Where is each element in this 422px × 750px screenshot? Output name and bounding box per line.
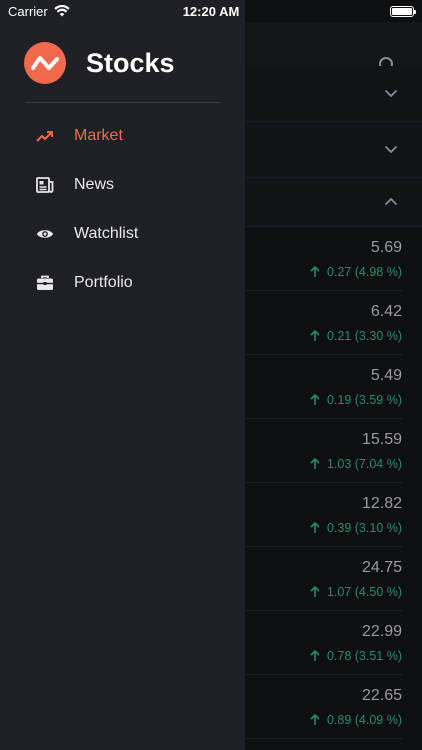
stock-change: 0.21 (3.30 %) xyxy=(309,329,402,343)
stock-price: 22.99 xyxy=(361,623,402,640)
trending-up-icon xyxy=(36,127,54,145)
arrow-up-icon xyxy=(310,458,320,469)
stock-price: 24.75 xyxy=(361,559,402,576)
arrow-up-icon xyxy=(310,586,320,597)
menu-item-watchlist[interactable]: Watchlist xyxy=(0,209,245,258)
chevron-down-icon xyxy=(385,146,397,154)
stock-price: 12.82 xyxy=(361,495,402,512)
status-bar: Carrier 12:20 AM xyxy=(0,0,422,22)
arrow-up-icon xyxy=(310,330,320,341)
stock-price: 15.59 xyxy=(361,431,402,448)
drawer-menu: Market News Watchlist Portfolio xyxy=(0,111,245,307)
arrow-up-icon xyxy=(310,394,320,405)
menu-item-label: Market xyxy=(74,126,123,144)
eye-icon xyxy=(36,225,54,243)
menu-item-portfolio[interactable]: Portfolio xyxy=(0,258,245,307)
app-logo-icon xyxy=(24,42,66,84)
stock-change-value: 1.07 (4.50 %) xyxy=(326,585,402,599)
navigation-drawer: Stocks Market News Watchlist Portfolio xyxy=(0,0,245,750)
newspaper-icon xyxy=(36,176,54,194)
stock-change: 0.89 (4.09 %) xyxy=(309,713,402,727)
stock-change-value: 0.19 (3.59 %) xyxy=(326,393,402,407)
stock-price: 5.49 xyxy=(370,367,402,384)
menu-item-market[interactable]: Market xyxy=(0,111,245,160)
stock-change: 0.27 (4.98 %) xyxy=(309,265,402,279)
chevron-up-icon xyxy=(385,197,397,205)
briefcase-icon xyxy=(36,274,54,292)
drawer-divider xyxy=(25,102,220,103)
stock-change-value: 0.27 (4.98 %) xyxy=(326,265,402,279)
stock-change-value: 1.03 (7.04 %) xyxy=(326,457,402,471)
stock-price: 22.65 xyxy=(361,687,402,704)
stock-change-value: 0.89 (4.09 %) xyxy=(326,713,402,727)
arrow-up-icon xyxy=(310,522,320,533)
stock-change: 0.19 (3.59 %) xyxy=(309,393,402,407)
menu-item-news[interactable]: News xyxy=(0,160,245,209)
wifi-icon xyxy=(54,5,70,17)
app-title: Stocks xyxy=(86,47,175,78)
status-left: Carrier xyxy=(8,4,70,19)
stock-price: 6.42 xyxy=(370,303,402,320)
arrow-up-icon xyxy=(310,266,320,277)
stock-price: 5.69 xyxy=(370,239,402,256)
carrier-label: Carrier xyxy=(8,3,48,19)
stock-change-value: 0.39 (3.10 %) xyxy=(326,521,402,535)
stock-change: 1.07 (4.50 %) xyxy=(309,585,402,599)
menu-item-label: News xyxy=(74,175,115,193)
arrow-up-icon xyxy=(310,714,320,725)
stock-change: 0.39 (3.10 %) xyxy=(309,521,402,535)
stock-change: 0.78 (3.51 %) xyxy=(309,649,402,663)
chevron-down-icon xyxy=(385,90,397,98)
stock-change: 1.03 (7.04 %) xyxy=(309,457,402,471)
arrow-up-icon xyxy=(310,650,320,661)
stock-change-value: 0.78 (3.51 %) xyxy=(326,649,402,663)
drawer-header: Stocks xyxy=(24,42,175,84)
menu-item-label: Watchlist xyxy=(74,224,139,242)
battery-icon xyxy=(390,5,416,17)
stock-change-value: 0.21 (3.30 %) xyxy=(326,329,402,343)
menu-item-label: Portfolio xyxy=(74,273,133,291)
